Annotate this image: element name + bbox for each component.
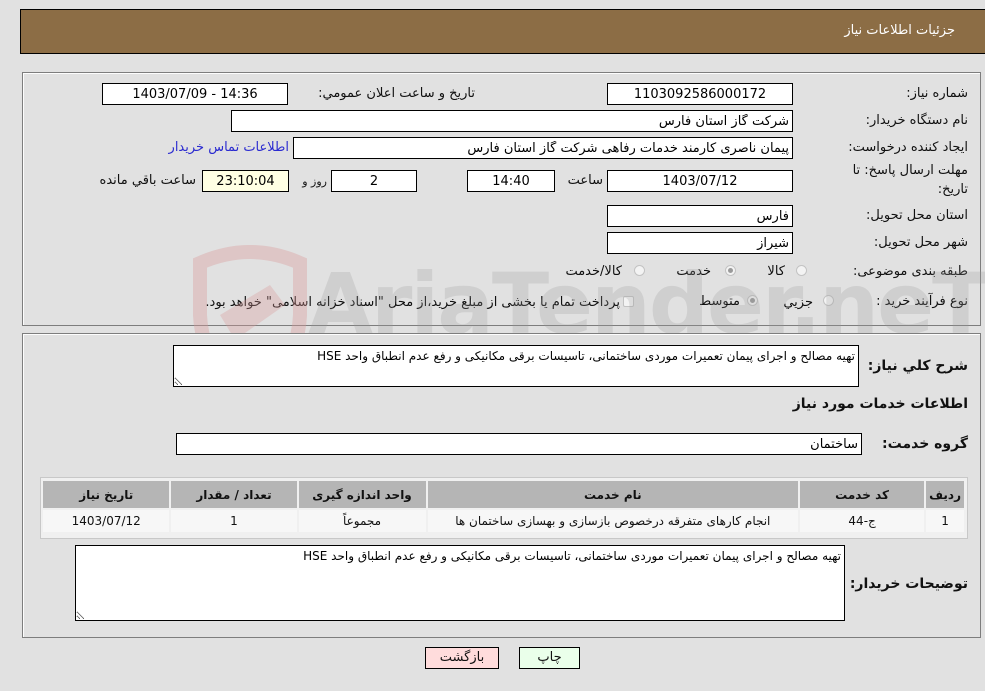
category-radio-goods-service[interactable]	[634, 265, 645, 276]
process-radio-minor[interactable]	[823, 295, 834, 306]
buyer-org-field[interactable]	[231, 110, 793, 132]
province-field[interactable]	[607, 205, 793, 227]
col-header-unit: واحد اندازه گیری	[298, 481, 426, 508]
need-number-field[interactable]	[607, 83, 793, 105]
description-label: شرح کلي نیاز:	[867, 358, 968, 374]
category-radio-goods[interactable]	[796, 265, 807, 276]
col-header-quantity: تعداد / مقدار	[171, 481, 297, 508]
days-label: روز و	[302, 175, 327, 188]
city-field[interactable]	[607, 232, 793, 254]
category-option-service: خدمت	[676, 264, 711, 279]
need-number-label: شماره نیاز:	[906, 86, 968, 101]
services-section-title: اطلاعات خدمات مورد نیاز	[792, 396, 968, 412]
page: جزئیات اطلاعات نیاز شماره نیاز: تاریخ و …	[0, 0, 985, 691]
province-label: استان محل تحویل:	[866, 208, 968, 223]
buyer-contact-link[interactable]: اطلاعات تماس خریدار	[169, 140, 289, 155]
cell-row-number: 1	[926, 510, 964, 532]
process-type-label: نوع فرآیند خرید :	[876, 294, 968, 309]
deadline-time-label: ساعت	[567, 173, 603, 188]
cell-service-name: انجام کارهای متفرقه درخصوص بازسازی و بهس…	[427, 510, 799, 532]
header-bar	[20, 9, 985, 54]
table-header-row: ردیف کد خدمت نام خدمت واحد اندازه گیری ت…	[43, 481, 964, 508]
back-button[interactable]: بازگشت	[425, 647, 499, 669]
col-header-service-code: کد خدمت	[800, 481, 925, 508]
requester-field[interactable]	[293, 137, 793, 159]
buyer-org-label: نام دستگاه خریدار:	[865, 113, 968, 128]
announce-datetime-field[interactable]	[102, 83, 288, 105]
category-option-goods-service: کالا/خدمت	[565, 264, 622, 279]
process-option-medium: متوسط	[699, 294, 740, 309]
deadline-time-field[interactable]	[467, 170, 555, 192]
table-row: 1 ج-44 انجام کارهای متفرقه درخصوص بازساز…	[43, 510, 964, 532]
cell-quantity: 1	[171, 510, 297, 532]
buyer-notes-label: توضیحات خریدار:	[849, 576, 968, 592]
treasury-checkbox-label: پرداخت تمام یا بخشی از مبلغ خرید،از محل …	[205, 295, 620, 310]
print-button[interactable]: چاپ	[519, 647, 580, 669]
process-radio-medium[interactable]	[747, 295, 758, 306]
remaining-time-label: ساعت باقي مانده	[99, 173, 196, 188]
treasury-checkbox[interactable]	[623, 296, 634, 307]
col-header-service-name: نام خدمت	[427, 481, 799, 508]
process-option-minor: جزيي	[783, 295, 813, 310]
category-radio-service[interactable]	[725, 265, 736, 276]
cell-need-date: 1403/07/12	[43, 510, 170, 532]
col-header-row-number: ردیف	[926, 481, 964, 508]
announce-datetime-label: تاریخ و ساعت اعلان عمومي:	[318, 86, 475, 101]
remaining-days-field[interactable]	[331, 170, 417, 192]
cell-unit: مجموعاً	[298, 510, 426, 532]
deadline-label-line2: تاریخ:	[937, 182, 968, 197]
category-label: طبقه بندی موضوعی:	[852, 264, 968, 279]
category-option-goods: کالا	[767, 264, 785, 279]
cell-service-code: ج-44	[800, 510, 925, 532]
deadline-date-field[interactable]	[607, 170, 793, 192]
service-group-label: گروه خدمت:	[882, 436, 968, 452]
requester-label: ایجاد کننده درخواست:	[848, 140, 968, 155]
description-textarea[interactable]: تهیه مصالح و اجرای پیمان تعمیرات موردی س…	[173, 345, 859, 387]
city-label: شهر محل تحویل:	[873, 235, 968, 250]
buyer-notes-textarea[interactable]: تهیه مصالح و اجرای پیمان تعمیرات موردی س…	[75, 545, 845, 621]
deadline-label-line1: مهلت ارسال پاسخ: تا	[852, 163, 968, 178]
remaining-time-field[interactable]	[202, 170, 289, 192]
services-table: ردیف کد خدمت نام خدمت واحد اندازه گیری ت…	[41, 479, 966, 534]
service-group-field[interactable]	[176, 433, 862, 455]
col-header-need-date: تاریخ نیاز	[43, 481, 170, 508]
page-title: جزئیات اطلاعات نیاز	[844, 23, 955, 38]
